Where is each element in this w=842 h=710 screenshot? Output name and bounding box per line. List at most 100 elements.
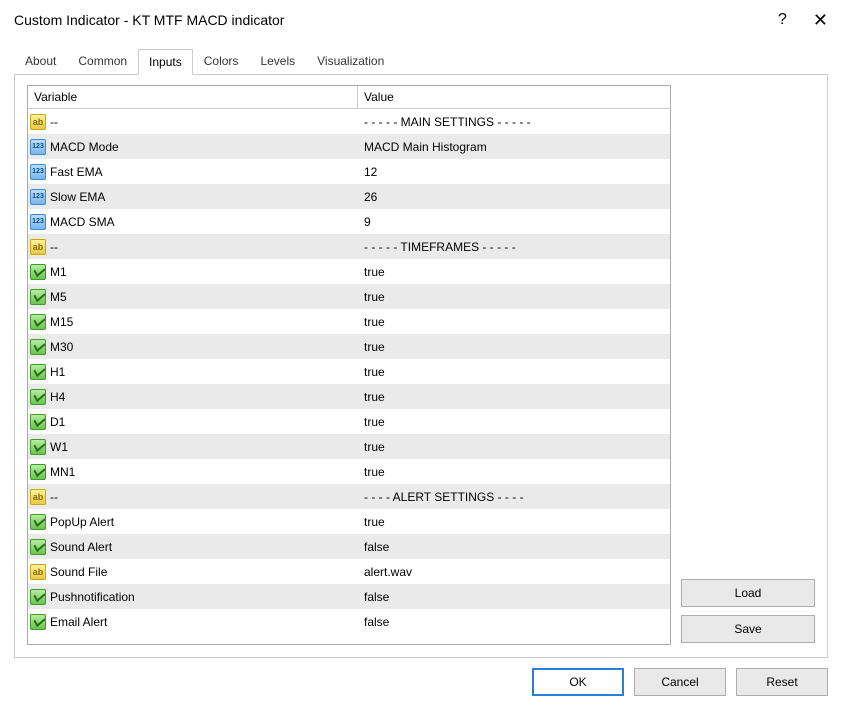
param-value-cell[interactable]: MACD Main Histogram [358, 140, 670, 154]
string-icon: ab [30, 564, 46, 580]
param-variable-cell: M15 [28, 314, 358, 330]
number-icon: 123 [30, 139, 46, 155]
param-value-cell[interactable]: true [358, 415, 670, 429]
tab-about[interactable]: About [14, 48, 67, 74]
tab-colors[interactable]: Colors [193, 48, 250, 74]
param-row[interactable]: ab--- - - - - TIMEFRAMES - - - - - [28, 234, 670, 259]
param-name: Sound Alert [50, 540, 112, 554]
param-name: M5 [50, 290, 67, 304]
param-value-cell[interactable]: false [358, 540, 670, 554]
param-value-cell[interactable]: true [358, 265, 670, 279]
param-row[interactable]: 123MACD SMA9 [28, 209, 670, 234]
bool-icon [30, 614, 46, 630]
param-variable-cell: Pushnotification [28, 589, 358, 605]
param-value-cell[interactable]: true [358, 390, 670, 404]
ok-button[interactable]: OK [532, 668, 624, 696]
parameters-grid: Variable Value ab--- - - - - MAIN SETTIN… [27, 85, 671, 645]
param-value-cell[interactable]: true [358, 365, 670, 379]
param-variable-cell: M30 [28, 339, 358, 355]
param-variable-cell: H1 [28, 364, 358, 380]
param-row[interactable]: H1 true [28, 359, 670, 384]
param-value-cell[interactable]: true [358, 465, 670, 479]
param-variable-cell: ab-- [28, 114, 358, 130]
param-name: PopUp Alert [50, 515, 114, 529]
load-button[interactable]: Load [681, 579, 815, 607]
param-row[interactable]: 123Slow EMA26 [28, 184, 670, 209]
param-row[interactable]: M1 true [28, 259, 670, 284]
content-area: AboutCommonInputsColorsLevelsVisualizati… [0, 40, 842, 710]
param-variable-cell: D1 [28, 414, 358, 430]
param-row[interactable]: D1true [28, 409, 670, 434]
param-value-cell[interactable]: false [358, 590, 670, 604]
param-value-cell[interactable]: - - - - - TIMEFRAMES - - - - - [358, 240, 670, 254]
param-row[interactable]: M5 true [28, 284, 670, 309]
window-title: Custom Indicator - KT MTF MACD indicator [14, 12, 778, 28]
param-row[interactable]: Pushnotificationfalse [28, 584, 670, 609]
bool-icon [30, 264, 46, 280]
number-icon: 123 [30, 189, 46, 205]
bool-icon [30, 514, 46, 530]
bool-icon [30, 314, 46, 330]
param-name: W1 [50, 440, 68, 454]
param-variable-cell: 123MACD SMA [28, 214, 358, 230]
param-row[interactable]: M30true [28, 334, 670, 359]
param-row[interactable]: 123Fast EMA12 [28, 159, 670, 184]
side-buttons: Load Save [681, 85, 815, 645]
column-header-value[interactable]: Value [358, 86, 670, 108]
param-variable-cell: 123Fast EMA [28, 164, 358, 180]
help-button[interactable]: ? [778, 12, 787, 28]
param-value-cell[interactable]: true [358, 290, 670, 304]
dialog-footer: OK Cancel Reset [14, 668, 828, 696]
save-button[interactable]: Save [681, 615, 815, 643]
param-name: H1 [50, 365, 65, 379]
param-value-cell[interactable]: true [358, 315, 670, 329]
param-value-cell[interactable]: 26 [358, 190, 670, 204]
close-button[interactable]: ✕ [813, 11, 828, 29]
param-name: Email Alert [50, 615, 107, 629]
column-header-variable[interactable]: Variable [28, 86, 358, 108]
titlebar-buttons: ? ✕ [778, 11, 828, 29]
param-name: -- [50, 240, 58, 254]
tab-inputs[interactable]: Inputs [138, 49, 193, 75]
param-name: MN1 [50, 465, 75, 479]
param-row[interactable]: ab--- - - - ALERT SETTINGS - - - - [28, 484, 670, 509]
tab-strip: AboutCommonInputsColorsLevelsVisualizati… [14, 48, 828, 74]
param-row[interactable]: W1 true [28, 434, 670, 459]
param-value-cell[interactable]: true [358, 340, 670, 354]
param-row[interactable]: ab--- - - - - MAIN SETTINGS - - - - - [28, 109, 670, 134]
param-value-cell[interactable]: - - - - - MAIN SETTINGS - - - - - [358, 115, 670, 129]
bool-icon [30, 439, 46, 455]
param-value-cell[interactable]: true [358, 440, 670, 454]
param-value-cell[interactable]: 9 [358, 215, 670, 229]
param-row[interactable]: Sound Alert false [28, 534, 670, 559]
param-variable-cell: 123Slow EMA [28, 189, 358, 205]
param-variable-cell: W1 [28, 439, 358, 455]
param-variable-cell: PopUp Alert [28, 514, 358, 530]
bool-icon [30, 464, 46, 480]
bool-icon [30, 589, 46, 605]
param-row[interactable]: Email Alert false [28, 609, 670, 634]
tab-visualization[interactable]: Visualization [306, 48, 395, 74]
param-name: -- [50, 490, 58, 504]
param-value-cell[interactable]: - - - - ALERT SETTINGS - - - - [358, 490, 670, 504]
param-value-cell[interactable]: true [358, 515, 670, 529]
param-row[interactable]: M15 true [28, 309, 670, 334]
param-name: M1 [50, 265, 67, 279]
param-name: M15 [50, 315, 73, 329]
param-row[interactable]: MN1 true [28, 459, 670, 484]
bool-icon [30, 339, 46, 355]
tab-levels[interactable]: Levels [249, 48, 306, 74]
bool-icon [30, 389, 46, 405]
param-value-cell[interactable]: 12 [358, 165, 670, 179]
param-variable-cell: 123MACD Mode [28, 139, 358, 155]
param-value-cell[interactable]: alert.wav [358, 565, 670, 579]
param-row[interactable]: 123MACD ModeMACD Main Histogram [28, 134, 670, 159]
param-variable-cell: MN1 [28, 464, 358, 480]
param-row[interactable]: abSound Filealert.wav [28, 559, 670, 584]
param-row[interactable]: H4true [28, 384, 670, 409]
cancel-button[interactable]: Cancel [634, 668, 726, 696]
param-value-cell[interactable]: false [358, 615, 670, 629]
param-row[interactable]: PopUp Alert true [28, 509, 670, 534]
tab-common[interactable]: Common [67, 48, 138, 74]
reset-button[interactable]: Reset [736, 668, 828, 696]
